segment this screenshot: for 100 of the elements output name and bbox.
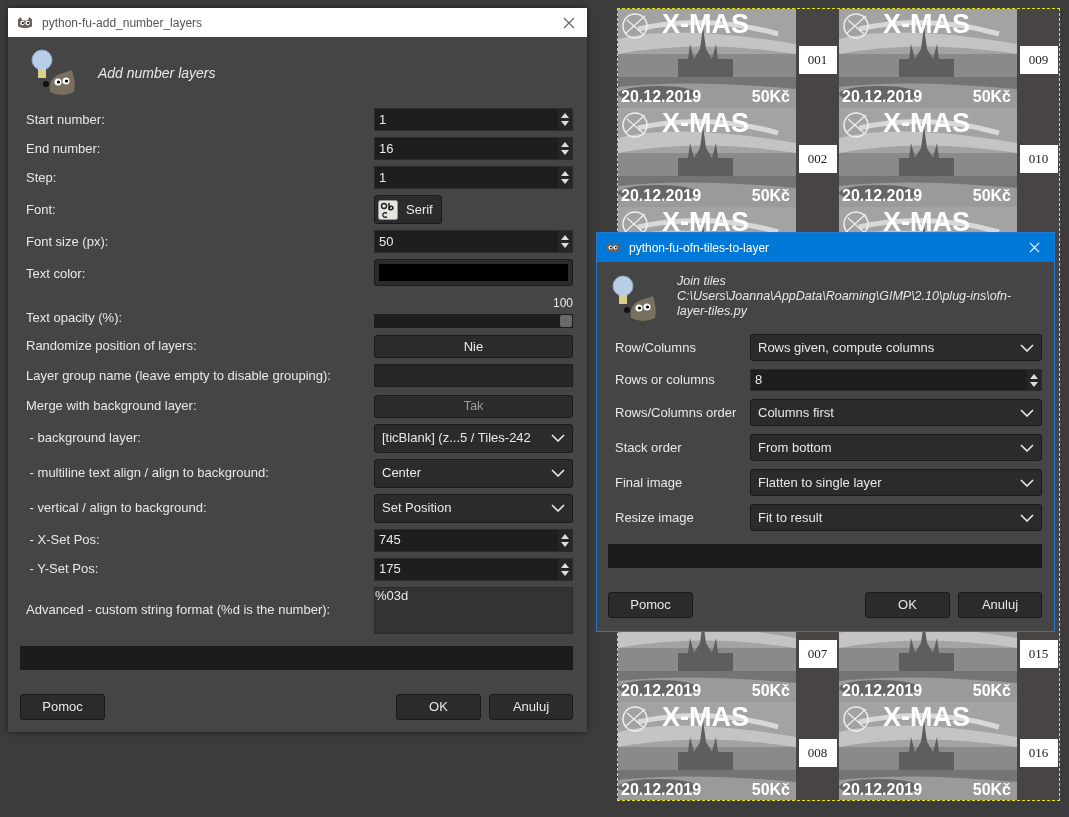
tile-title: X-MAS [883, 108, 970, 140]
spin-field[interactable]: 50 [374, 230, 573, 253]
arrow-up-icon [561, 142, 569, 147]
field-value: 1 [378, 168, 388, 187]
slider-track[interactable] [374, 314, 573, 328]
stamp-logo-icon [842, 12, 870, 40]
stamp-logo-icon [842, 111, 870, 139]
tile-price: 50Kč [972, 780, 1011, 800]
field-label: - vertical / align to background: [28, 499, 208, 518]
field-label: Text opacity (%): [26, 309, 124, 328]
field-value: 16 [378, 139, 395, 158]
stamp-logo-icon [621, 705, 649, 733]
field-value: 745 [378, 531, 402, 550]
font-button[interactable]: Serif [374, 195, 442, 224]
arrow-down-icon [1030, 381, 1038, 387]
number-label: 001 [798, 46, 837, 74]
spin-arrows[interactable] [558, 138, 572, 159]
spin-arrows[interactable] [558, 529, 572, 551]
arrow-up-icon [561, 562, 569, 568]
dialog-button[interactable]: OK [865, 592, 950, 618]
tile-price: 50Kč [751, 87, 790, 107]
field-label: - background layer: [28, 429, 142, 448]
number-label: 008 [798, 739, 837, 767]
spin-field[interactable]: 175 [374, 557, 573, 581]
dialog-button[interactable]: Pomoc [20, 693, 105, 720]
dialog-button[interactable]: Anuluj [958, 592, 1042, 618]
field-label: Final image [615, 473, 684, 492]
tile-date: 20.12.2019 [842, 87, 923, 107]
spin-field[interactable]: 8 [750, 369, 1042, 391]
tile-price: 50Kč [751, 780, 790, 800]
window-title: python-fu-add_number_layers [42, 14, 204, 32]
number-label: 007 [798, 640, 837, 668]
dropdown[interactable]: Rows given, compute columns [750, 334, 1042, 361]
field-label: Layer group name (leave empty to disable grouping): [26, 367, 332, 385]
dropdown[interactable]: From bottom [750, 434, 1042, 461]
arrow-down-icon [561, 150, 569, 155]
dialog-button[interactable]: Anuluj [489, 693, 573, 720]
field-label: - X-Set Pos: [28, 531, 101, 550]
text-field[interactable] [374, 364, 573, 388]
tile-price: 50Kč [751, 681, 790, 701]
tile-price: 50Kč [972, 87, 1011, 107]
field-label: Start number: [26, 110, 106, 129]
field-label: Resize image [615, 508, 695, 527]
dropdown[interactable]: Flatten to single layer [750, 469, 1042, 496]
chevron-down-icon [551, 469, 565, 477]
field-label: Step: [26, 168, 58, 187]
dropdown[interactable]: Fit to result [750, 504, 1042, 531]
chevron-down-icon [1020, 478, 1034, 487]
tile-title: X-MAS [662, 207, 749, 239]
toggle-button[interactable]: Nie [374, 335, 573, 359]
field-label: Font size (px): [26, 232, 110, 251]
chevron-down-icon [1020, 343, 1034, 352]
chevron-down-icon [551, 434, 565, 442]
lightbulb-mascot-icon [611, 274, 659, 324]
tile-title: X-MAS [662, 702, 749, 734]
arrow-up-icon [1030, 373, 1038, 379]
dialog-button[interactable]: Pomoc [608, 592, 693, 618]
text-area[interactable]: %03d [374, 586, 573, 634]
field-label: - multiline text align / align to background: [28, 464, 270, 483]
number-label: 002 [798, 145, 837, 173]
lightbulb-mascot-icon [30, 48, 78, 98]
chevron-down-icon [551, 504, 565, 512]
field-value: 175 [378, 560, 402, 579]
number-label: 015 [1019, 640, 1058, 668]
spin-field[interactable]: 1 [374, 166, 573, 189]
tile-date: 20.12.2019 [621, 186, 702, 206]
field-value: 8 [754, 371, 764, 390]
field-label: Randomize position of layers: [26, 337, 198, 356]
spin-field[interactable]: 16 [374, 137, 573, 160]
field-label: - Y-Set Pos: [28, 560, 100, 579]
spin-arrows[interactable] [558, 167, 572, 188]
dialog-heading: Join tiles [677, 274, 727, 289]
arrow-down-icon [561, 121, 569, 126]
close-icon[interactable] [563, 16, 575, 29]
number-label: 016 [1019, 739, 1058, 767]
arrow-up-icon [561, 113, 569, 118]
dialog-button[interactable]: OK [396, 693, 481, 720]
tile-title: X-MAS [662, 108, 749, 140]
dropdown[interactable]: Set Position [374, 493, 573, 523]
spin-arrows[interactable] [558, 558, 572, 580]
spin-arrows[interactable] [558, 231, 572, 252]
field-label: Font: [26, 200, 57, 219]
spin-field[interactable]: 1 [374, 108, 573, 131]
field-label: Text color: [26, 264, 87, 283]
stamp-logo-icon [842, 705, 870, 733]
spin-field[interactable]: 745 [374, 528, 573, 552]
tile-date: 20.12.2019 [842, 780, 923, 800]
gimp-mascot-icon [605, 241, 621, 254]
dropdown[interactable]: Center [374, 458, 573, 488]
slider-thumb[interactable] [560, 315, 572, 327]
arrow-down-icon [561, 541, 569, 547]
field-value: %03d [375, 587, 409, 603]
spin-arrows[interactable] [558, 109, 572, 130]
dropdown[interactable]: Columns first [750, 399, 1042, 426]
dropdown[interactable]: [ticBlank] (z...5 / Tiles-242 [374, 423, 573, 453]
spin-arrows[interactable] [1027, 370, 1041, 390]
tile-price: 50Kč [972, 681, 1011, 701]
arrow-down-icon [561, 570, 569, 576]
field-label: Rows or columns [615, 371, 716, 390]
color-button[interactable] [374, 259, 573, 286]
